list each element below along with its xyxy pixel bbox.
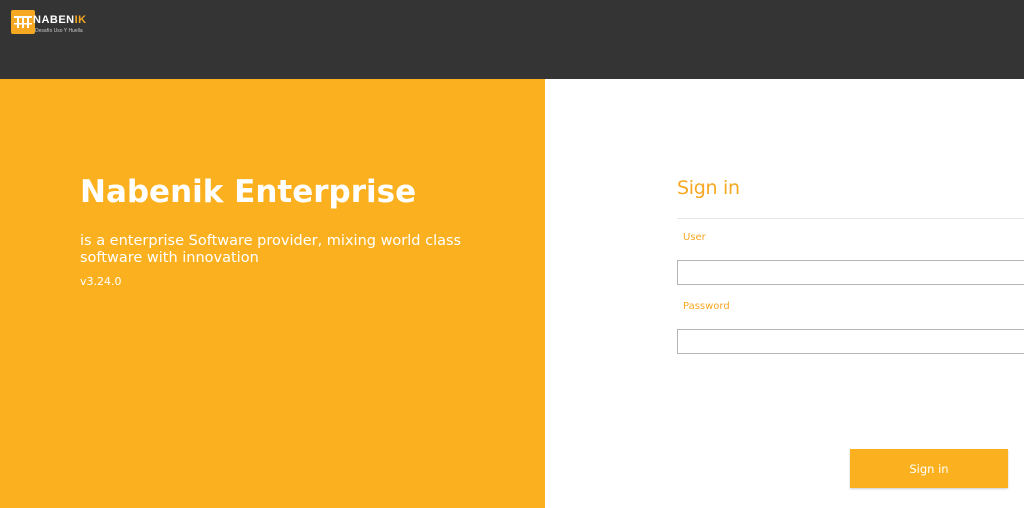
divider [677, 218, 1024, 219]
logo-text-main: NABEN [33, 14, 75, 26]
password-input[interactable] [677, 329, 1024, 354]
logo[interactable]: NABENIK Desafío Uso Y Huella [11, 10, 101, 36]
version-label: v3.24.0 [80, 275, 122, 288]
hero-description: is a enterprise Software provider, mixin… [80, 233, 462, 266]
hero-panel: Nabenik Enterprise is a enterprise Softw… [0, 79, 545, 508]
logo-text: NABENIK [33, 14, 87, 26]
password-label: Password [683, 301, 730, 312]
bridge-icon [11, 10, 35, 34]
user-label: User [683, 232, 706, 243]
signin-button[interactable]: Sign in [850, 449, 1008, 488]
logo-text-highlight: IK [74, 14, 87, 26]
login-panel: Sign in User Password Sign in [545, 79, 1024, 508]
hero-title: Nabenik Enterprise [80, 174, 417, 210]
signin-title: Sign in [677, 177, 740, 199]
logo-tagline: Desafío Uso Y Huella [35, 28, 83, 34]
user-input[interactable] [677, 260, 1024, 285]
top-bar: NABENIK Desafío Uso Y Huella [0, 0, 1024, 79]
